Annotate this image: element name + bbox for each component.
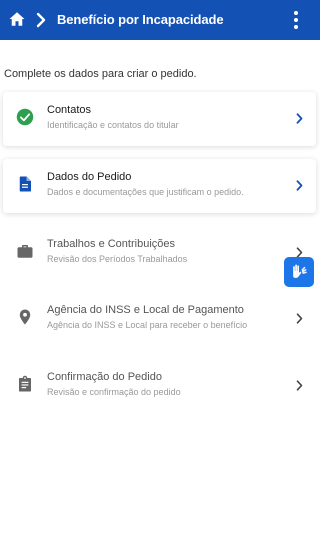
chevron-right-icon <box>36 12 46 28</box>
chevron-right-icon <box>296 380 303 391</box>
step-trabalhos-e-contribuicoes[interactable]: Trabalhos e Contribuições Revisão dos Pe… <box>3 226 316 280</box>
intro-text: Complete os dados para criar o pedido. <box>4 68 197 80</box>
clipboard-icon <box>19 375 31 392</box>
step-subtitle: Agência do INSS e Local para receber o b… <box>47 320 248 330</box>
chevron-right-icon <box>296 180 303 191</box>
step-title: Trabalhos e Contribuições <box>47 238 175 250</box>
home-icon[interactable] <box>8 10 26 28</box>
sign-language-hands-icon <box>293 264 307 278</box>
step-contatos[interactable]: Contatos Identificação e contatos do tit… <box>3 92 316 146</box>
location-pin-icon <box>19 309 31 325</box>
step-subtitle: Revisão dos Períodos Trabalhados <box>47 254 188 264</box>
page-title: Benefício por Incapacidade <box>57 12 224 27</box>
step-title: Agência do INSS e Local de Pagamento <box>47 304 244 316</box>
briefcase-icon <box>17 245 33 258</box>
step-subtitle: Dados e documentações que justificam o p… <box>47 187 244 197</box>
chevron-right-icon <box>296 113 303 124</box>
step-dados-do-pedido[interactable]: Dados do Pedido Dados e documentações qu… <box>3 159 316 213</box>
step-title: Contatos <box>47 104 92 116</box>
more-vert-icon[interactable] <box>290 10 302 30</box>
accessibility-widget-button[interactable] <box>284 257 314 287</box>
step-confirmacao-do-pedido[interactable]: Confirmação do Pedido Revisão e confirma… <box>3 359 316 413</box>
step-subtitle: Identificação e contatos do titular <box>47 120 179 130</box>
step-title: Dados do Pedido <box>47 171 132 183</box>
step-agencia-do-inss[interactable]: Agência do INSS e Local de Pagamento Agê… <box>3 292 316 346</box>
step-title: Confirmação do Pedido <box>47 371 162 383</box>
app-header: Benefício por Incapacidade <box>0 0 320 40</box>
check-circle-icon <box>16 108 34 126</box>
document-icon <box>19 176 31 192</box>
step-subtitle: Revisão e confirmação do pedido <box>47 387 181 397</box>
chevron-right-icon <box>296 313 303 324</box>
